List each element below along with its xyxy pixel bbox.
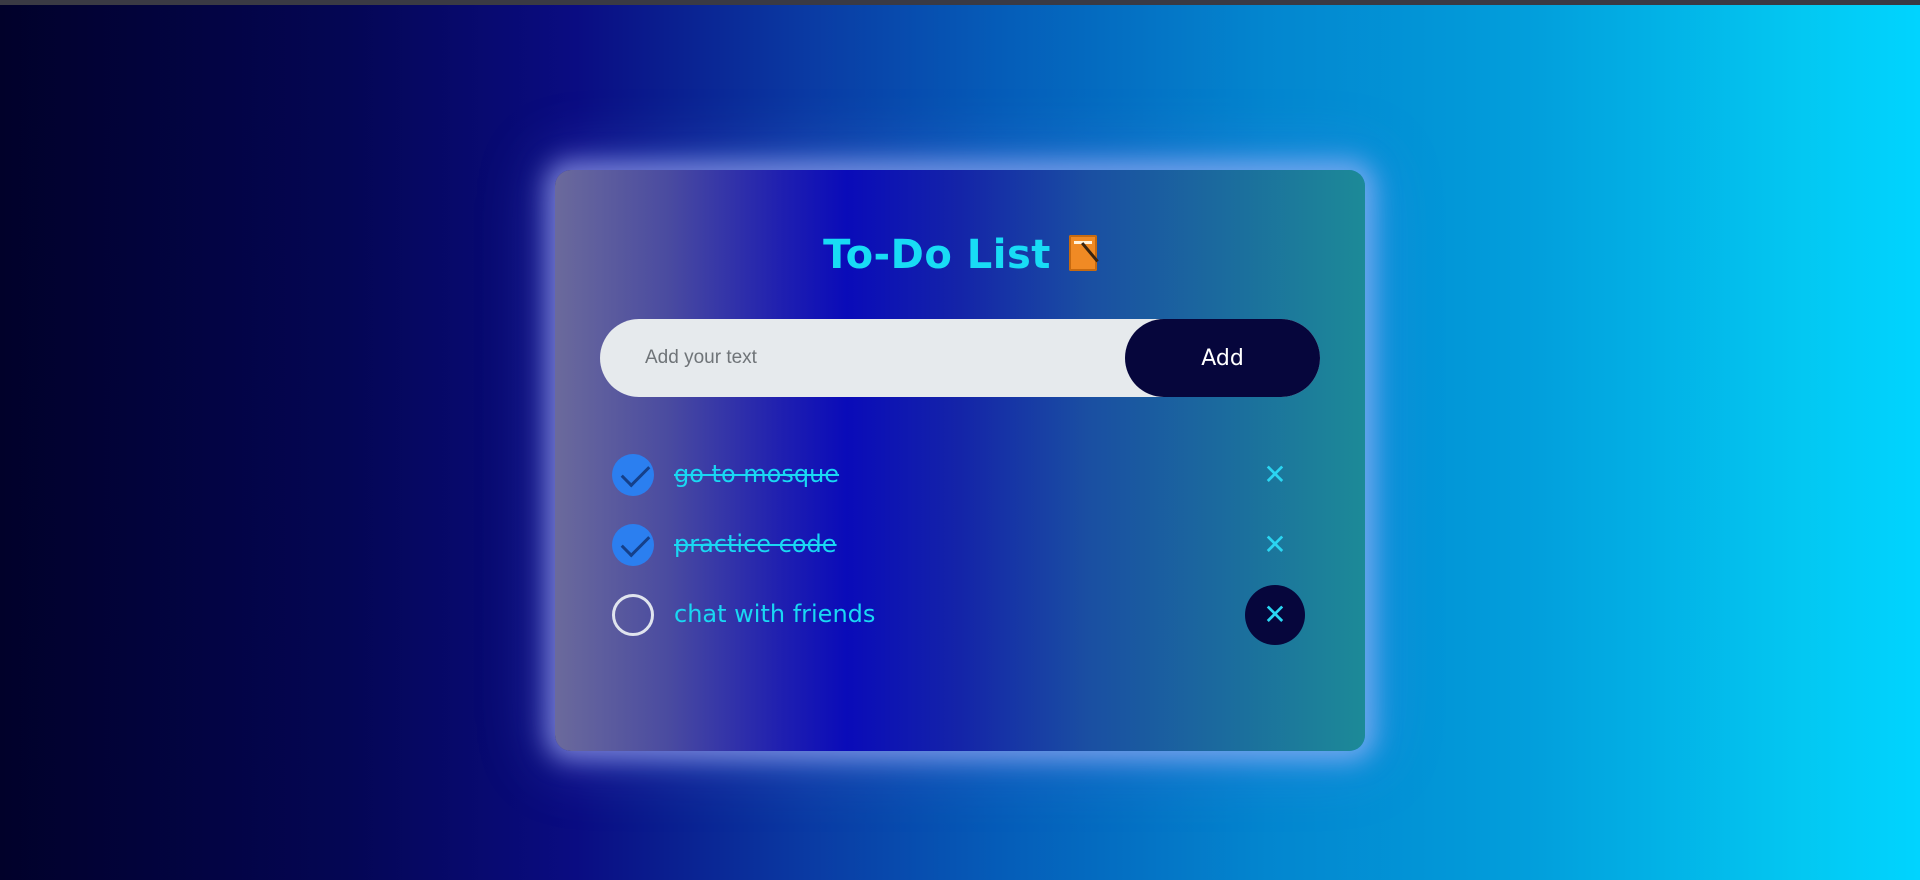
delete-task-button[interactable]: ✕	[1245, 515, 1305, 575]
window-top-strip	[0, 0, 1920, 5]
memo-icon	[1068, 235, 1097, 271]
close-icon: ✕	[1263, 458, 1287, 491]
close-icon: ✕	[1263, 528, 1287, 561]
page-title: To-Do List	[555, 232, 1365, 278]
checked-circle-icon[interactable]	[612, 454, 654, 496]
task-text[interactable]: go to mosque	[674, 460, 839, 488]
add-button[interactable]: Add	[1125, 319, 1320, 397]
task-text[interactable]: chat with friends	[674, 600, 875, 628]
task-text[interactable]: practice code	[674, 530, 837, 558]
unchecked-circle-icon[interactable]	[612, 594, 654, 636]
task-item-chat-with-friends[interactable]: chat with friends ✕	[600, 580, 1320, 650]
delete-task-button[interactable]: ✕	[1245, 585, 1305, 645]
checked-circle-icon[interactable]	[612, 524, 654, 566]
title-text: To-Do List	[823, 232, 1051, 278]
task-input[interactable]	[600, 319, 1120, 397]
task-list: go to mosque ✕ practice code ✕ chat with…	[600, 440, 1320, 650]
task-item-go-to-mosque[interactable]: go to mosque ✕	[600, 440, 1320, 510]
todo-card: To-Do List Add go to mosque ✕ practice c…	[555, 170, 1365, 751]
task-item-practice-code[interactable]: practice code ✕	[600, 510, 1320, 580]
close-icon: ✕	[1263, 598, 1287, 631]
add-task-row: Add	[600, 319, 1320, 397]
delete-task-button[interactable]: ✕	[1245, 445, 1305, 505]
